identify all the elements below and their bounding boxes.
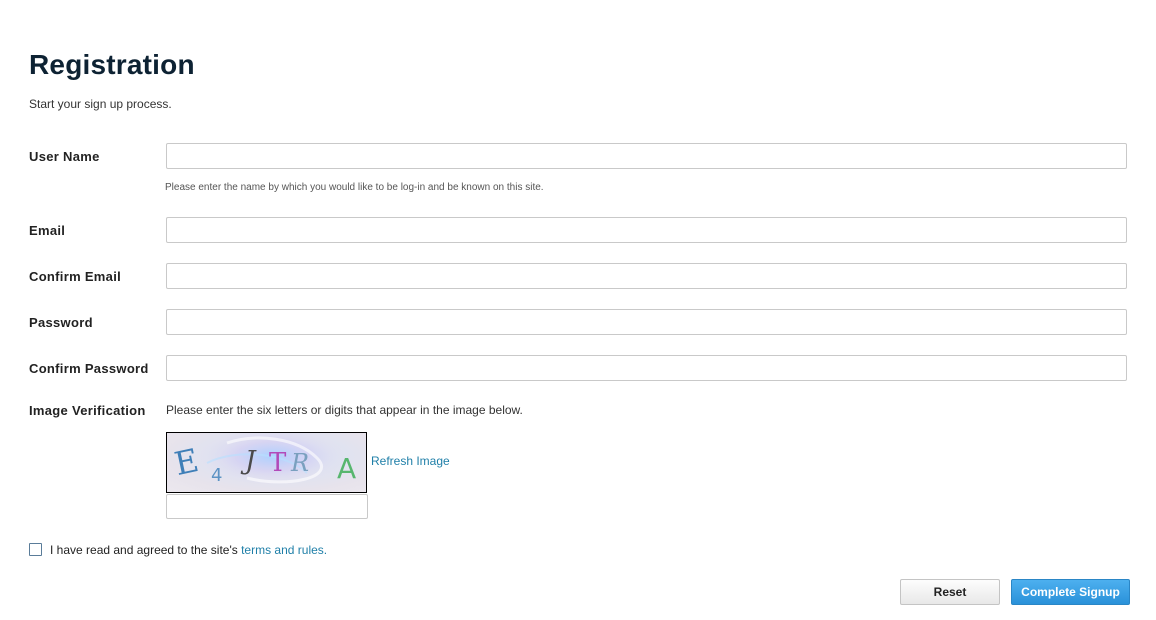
captcha-graphic: E 4 J T R A <box>171 433 356 489</box>
password-field[interactable] <box>166 309 1127 335</box>
email-label: Email <box>29 223 66 238</box>
svg-text:A: A <box>337 452 356 485</box>
svg-text:4: 4 <box>211 465 222 486</box>
reset-button[interactable]: Reset <box>900 579 1000 605</box>
confirm-password-label: Confirm Password <box>29 361 149 376</box>
password-label: Password <box>29 315 93 330</box>
registration-page: Registration Start your sign up process.… <box>0 0 1156 620</box>
svg-text:T: T <box>269 448 287 478</box>
image-verification-label: Image Verification <box>29 403 146 418</box>
terms-checkbox[interactable] <box>29 543 42 556</box>
page-title: Registration <box>29 49 195 80</box>
confirm-email-field[interactable] <box>166 263 1127 289</box>
captcha-instructions: Please enter the six letters or digits t… <box>166 403 523 417</box>
complete-signup-button[interactable]: Complete Signup <box>1011 579 1130 605</box>
svg-text:R: R <box>290 449 309 477</box>
confirm-password-field[interactable] <box>166 355 1127 381</box>
refresh-image-link[interactable]: Refresh Image <box>371 454 450 468</box>
svg-text:E: E <box>171 441 202 483</box>
username-field[interactable] <box>166 143 1127 169</box>
page-subtitle: Start your sign up process. <box>29 97 172 111</box>
terms-link[interactable]: terms and rules. <box>241 543 327 557</box>
captcha-image: E 4 J T R A <box>166 432 367 493</box>
username-label: User Name <box>29 149 100 164</box>
email-field[interactable] <box>166 217 1127 243</box>
username-hint: Please enter the name by which you would… <box>165 182 544 193</box>
terms-prefix: I have read and agreed to the site's <box>50 543 242 557</box>
terms-text: I have read and agreed to the site's ter… <box>50 543 327 557</box>
confirm-email-label: Confirm Email <box>29 269 122 284</box>
captcha-field[interactable] <box>166 494 368 519</box>
